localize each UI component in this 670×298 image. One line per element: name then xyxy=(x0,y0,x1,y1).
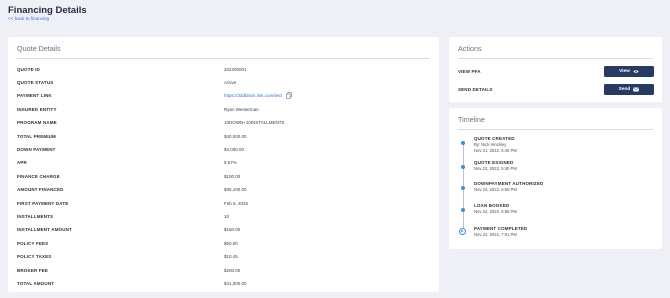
detail-label: INSTALLMENTS xyxy=(17,213,54,219)
detail-value: 10 xyxy=(224,213,230,219)
detail-row-installments: INSTALLMENTS 10 xyxy=(17,212,432,220)
payment-link[interactable]: https://3ddblock.link.com/test xyxy=(224,93,282,98)
detail-label: PAYMENT LINK xyxy=(17,93,52,99)
timeline-dot xyxy=(460,141,465,145)
action-label: VIEW PFA xyxy=(458,68,481,74)
detail-value: Feb 6, 2025 xyxy=(224,200,249,206)
detail-value: $41,000.00 xyxy=(224,280,247,286)
detail-label: QUOTE ID xyxy=(17,66,40,72)
detail-label: DOWN PAYMENT xyxy=(17,146,56,152)
button-label: View xyxy=(619,68,630,74)
copy-icon[interactable] xyxy=(285,92,292,100)
page-title: Financing Details xyxy=(8,5,87,16)
back-to-financing-link[interactable]: << back to financing xyxy=(8,16,49,21)
detail-row-insured-entity: INSURED ENTITY Ryan Westerman xyxy=(17,105,432,113)
detail-row-quote-id: QUOTE ID 202200001 xyxy=(17,65,432,73)
detail-row-policy-fees: POLICY FEES $50.00 xyxy=(17,239,432,247)
detail-row-down-payment: DOWN PAYMENT $4,000.00 xyxy=(17,145,432,153)
timeline-event-text: QUOTE ESIGNED Nov 22, 2022, 5:40 PM xyxy=(474,160,654,172)
detail-value: 10DOWN+10INSTALLMENTS xyxy=(224,120,285,126)
button-label: Send xyxy=(618,86,631,92)
timeline-dot xyxy=(460,208,465,212)
detail-value: Ryan Westerman xyxy=(224,106,259,112)
detail-row-total-amount: TOTAL AMOUNT $41,000.00 xyxy=(17,279,432,287)
detail-label: PROGRAM NAME xyxy=(17,120,57,126)
detail-label: FIRST PAYMENT DATE xyxy=(17,200,69,206)
detail-label: AMOUNT FINANCED xyxy=(17,187,64,193)
divider xyxy=(458,58,653,59)
quote-details-card: Quote Details QUOTE ID 202200001 QUOTE S… xyxy=(8,37,439,292)
timeline-event-text: PAYMENT COMPLETED Nov 22, 2022, 7:01 PM xyxy=(474,226,654,238)
divider xyxy=(458,129,653,130)
detail-row-first-payment-date: FIRST PAYMENT DATE Feb 6, 2025 xyxy=(17,199,432,207)
event-date: Nov 22, 2022, 6:55 PM xyxy=(474,209,517,214)
detail-row-apr: APR 5.67% xyxy=(17,159,432,167)
detail-label: FINANCE CHARGE xyxy=(17,173,60,179)
detail-label: INSURED ENTITY xyxy=(17,106,57,112)
timeline-dot xyxy=(460,186,465,190)
detail-row-policy-taxes: POLICY TAXES $10.45 xyxy=(17,253,432,261)
detail-row-finance-charge: FINANCE CHARGE $100.00 xyxy=(17,172,432,180)
action-label: SEND DETAILS xyxy=(458,86,493,92)
eye-icon xyxy=(633,69,639,73)
view-pfa-button[interactable]: View xyxy=(604,65,654,77)
detail-value: 202200001 xyxy=(224,66,247,72)
detail-value: $50.00 xyxy=(224,240,238,246)
timeline-title: Timeline xyxy=(458,115,485,124)
detail-value: $40,000.00 xyxy=(224,133,247,139)
detail-label: QUOTE STATUS xyxy=(17,79,54,85)
timeline-dot xyxy=(460,165,465,169)
detail-row-payment-link: PAYMENT LINK https://3ddblock.link.com/t… xyxy=(17,92,432,100)
detail-label: TOTAL PREMIUM xyxy=(17,133,56,139)
detail-row-broker-fee: BROKER FEE $200.00 xyxy=(17,266,432,274)
timeline-event-text: LOAN BOOKED Nov 22, 2022, 6:55 PM xyxy=(474,203,654,215)
event-date: Nov 22, 2022, 5:40 PM xyxy=(474,166,517,171)
detail-value: Active xyxy=(224,79,237,85)
detail-value: $35,100.00 xyxy=(224,187,247,193)
actions-title: Actions xyxy=(458,44,482,53)
detail-value: $150.00 xyxy=(224,227,241,233)
send-details-button[interactable]: Send xyxy=(604,83,654,95)
detail-row-amount-financed: AMOUNT FINANCED $35,100.00 xyxy=(17,186,432,194)
detail-label: POLICY TAXES xyxy=(17,254,52,260)
detail-label: TOTAL AMOUNT xyxy=(17,280,55,286)
detail-label: POLICY FEES xyxy=(17,240,49,246)
event-date: Nov 22, 2022, 6:50 PM xyxy=(474,187,517,192)
detail-row-quote-status: QUOTE STATUS Active xyxy=(17,78,432,86)
detail-label: APR xyxy=(17,160,27,166)
detail-value-wrap: https://3ddblock.link.com/test xyxy=(224,92,292,100)
detail-row-installment-amount: INSTALLMENT AMOUNT $150.00 xyxy=(17,226,432,234)
event-date: Nov 22, 2022, 7:01 PM xyxy=(474,232,517,237)
event-date: Nov 21, 2022, 6:40 PM xyxy=(474,148,517,153)
action-row-view-pfa: VIEW PFA View xyxy=(458,65,654,77)
quote-details-title: Quote Details xyxy=(17,44,61,53)
timeline-card: Timeline QUOTE CREATED By: Nick Hinckley… xyxy=(449,108,662,249)
detail-label: BROKER FEE xyxy=(17,267,49,273)
detail-row-program-name: PROGRAM NAME 10DOWN+10INSTALLMENTS xyxy=(17,119,432,127)
detail-value: 5.67% xyxy=(224,160,237,166)
divider xyxy=(17,58,430,59)
detail-row-total-premium: TOTAL PREMIUM $40,000.00 xyxy=(17,132,432,140)
detail-value: $4,000.00 xyxy=(224,146,245,152)
detail-value: $100.00 xyxy=(224,173,241,179)
mail-icon xyxy=(633,87,640,91)
action-row-send-details: SEND DETAILS Send xyxy=(458,83,654,95)
detail-label: INSTALLMENT AMOUNT xyxy=(17,227,72,233)
timeline-event-text: QUOTE CREATED By: Nick Hinckley Nov 21, … xyxy=(474,136,654,154)
detail-value: $200.00 xyxy=(224,267,241,273)
detail-value: $10.45 xyxy=(224,254,238,260)
actions-card: Actions VIEW PFA View SEND DETAILS Send xyxy=(449,37,662,102)
timeline-event-text: DOWNPAYMENT AUTHORIZED Nov 22, 2022, 6:5… xyxy=(474,181,654,193)
timeline-current-dot xyxy=(459,228,466,235)
